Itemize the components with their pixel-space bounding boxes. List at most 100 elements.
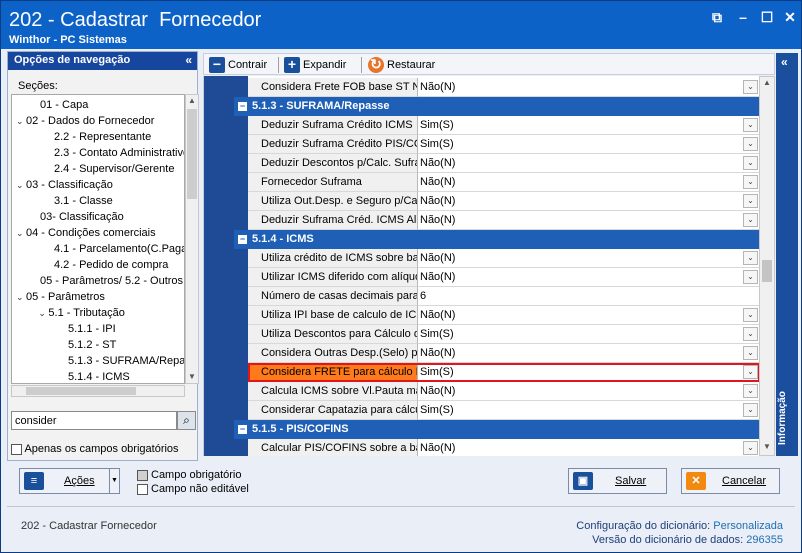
scroll-up-icon[interactable]: ▲ — [186, 95, 198, 107]
hscroll-thumb[interactable] — [26, 387, 136, 395]
sections-tree[interactable]: 01 - Capa ⌄ 02 - Dados do Fornecedor 2.2 - … — [11, 94, 185, 384]
dropdown-arrow-icon[interactable]: ▼ — [109, 469, 119, 493]
save-button[interactable]: ▣ Salvar — [568, 468, 667, 494]
tree-item[interactable]: 5.1.4 - ICMS — [58, 369, 130, 383]
grid-row[interactable]: Deduzir Suframa Créd. ICMS Aliq Não(N) ⌄ — [248, 211, 759, 230]
grid-row[interactable]: Calcula ICMS sobre Vl.Pauta ma Não(N) ⌄ — [248, 382, 759, 401]
property-value[interactable]: Não(N) ⌄ — [418, 78, 759, 97]
chevron-down-icon[interactable]: ⌄ — [38, 305, 48, 321]
dropdown-arrow-icon[interactable]: ⌄ — [743, 346, 758, 360]
tree-item[interactable]: 3.1 - Classe — [44, 193, 113, 209]
tree-item[interactable]: 5.1.2 - ST — [58, 337, 116, 353]
tree-item[interactable]: ⌄ 03 - Classificação — [16, 177, 113, 193]
dropdown-arrow-icon[interactable]: ⌄ — [743, 441, 758, 455]
grid-row[interactable]: Considera Outras Desp.(Selo) p Não(N) ⌄ — [248, 344, 759, 363]
grid-row[interactable]: Utiliza crédito de ICMS sobre base Não(N)… — [248, 249, 759, 268]
property-value[interactable]: Não(N) ⌄ — [418, 268, 759, 287]
grid-category[interactable]: −5.1.4 - ICMS — [234, 230, 759, 249]
grid-row[interactable]: Utiliza Out.Desp. e Seguro p/Calc Não(N) ⌄ — [248, 192, 759, 211]
property-value[interactable]: Sim(S) ⌄ — [418, 135, 759, 154]
restore-button[interactable]: ↻ Restaurar — [368, 56, 435, 74]
tree-horizontal-scrollbar[interactable] — [11, 385, 185, 397]
property-value[interactable]: Não(N) ⌄ — [418, 249, 759, 268]
grid-row[interactable]: Número de casas decimais para 6 — [248, 287, 759, 306]
chevron-down-icon[interactable]: ⌄ — [16, 113, 26, 129]
collapse-chevron-icon[interactable]: « — [185, 53, 192, 67]
tree-item[interactable]: 5.1.1 - IPI — [58, 321, 116, 337]
minimize-icon[interactable]: – — [735, 9, 751, 25]
dropdown-arrow-icon[interactable]: ⌄ — [743, 80, 758, 94]
property-value[interactable]: Sim(S) ⌄ — [418, 401, 759, 420]
info-panel[interactable]: « Informação — [776, 53, 798, 456]
property-value[interactable]: Não(N) ⌄ — [418, 344, 759, 363]
grid-row[interactable]: Deduzir Suframa Crédito ICMS Sim(S) ⌄ — [248, 116, 759, 135]
tree-item[interactable]: ⌄ 05 - Parâmetros — [16, 289, 105, 305]
collapse-box-icon[interactable]: − — [238, 424, 247, 434]
grid-row[interactable]: Considera Frete FOB base ST NF Não(N) ⌄ — [248, 78, 759, 97]
property-value[interactable]: Não(N) ⌄ — [418, 211, 759, 230]
close-icon[interactable]: ✕ — [782, 9, 798, 25]
tree-item[interactable]: 01 - Capa — [30, 97, 88, 113]
property-value[interactable]: Sim(S) ⌄ — [418, 116, 759, 135]
property-value[interactable]: 6 — [418, 287, 759, 306]
maximize-icon[interactable]: ☐ — [759, 9, 775, 25]
grid-row[interactable]: Utiliza IPI base de calculo de ICMS Não(N… — [248, 306, 759, 325]
checkbox-box[interactable] — [11, 443, 22, 455]
chevron-down-icon[interactable]: ⌄ — [16, 177, 26, 193]
dropdown-arrow-icon[interactable]: ⌄ — [743, 156, 758, 170]
property-value[interactable]: Não(N) ⌄ — [418, 382, 759, 401]
grid-row[interactable]: Calcular PIS/COFINS sobre a base Não(N) ⌄ — [248, 439, 759, 456]
dropdown-arrow-icon[interactable]: ⌄ — [743, 270, 758, 284]
tree-item[interactable]: 05 - Parâmetros/ 5.2 - Outros — [30, 273, 183, 289]
scroll-down-icon[interactable]: ▼ — [186, 371, 198, 383]
tree-item[interactable]: 4.2 - Pedido de compra — [44, 257, 168, 273]
tree-item[interactable]: ⌄ 02 - Dados do Fornecedor — [16, 113, 154, 129]
tree-vertical-scrollbar[interactable]: ▲ ▼ — [185, 94, 199, 384]
tree-item[interactable]: 2.4 - Supervisor/Gerente — [44, 161, 174, 177]
grid-row[interactable]: Considerar Capatazia para cálculo Sim(S) ⌄ — [248, 401, 759, 420]
dropdown-arrow-icon[interactable]: ⌄ — [743, 365, 758, 379]
scroll-thumb[interactable] — [187, 109, 197, 199]
dropdown-arrow-icon[interactable]: ⌄ — [743, 308, 758, 322]
grid-row-highlighted[interactable]: Considera FRETE para cálculo ICMSSim(S) ⌄ — [248, 363, 759, 382]
expand-chevron-icon[interactable]: « — [781, 55, 788, 69]
tree-item[interactable]: 2.2 - Representante — [44, 129, 151, 145]
tree-item[interactable]: 2.3 - Contato Administrativo — [44, 145, 184, 161]
search-input[interactable] — [11, 411, 177, 430]
actions-button[interactable]: ≡ Ações ▼ — [19, 468, 120, 494]
tree-item[interactable]: ⌄ 5.1 - Tributação — [38, 305, 124, 321]
scroll-thumb[interactable] — [762, 260, 772, 282]
scroll-up-icon[interactable]: ▲ — [760, 78, 774, 90]
cancel-button[interactable]: ✕ Cancelar — [681, 468, 780, 494]
property-value[interactable]: Não(N) ⌄ — [418, 439, 759, 456]
dropdown-arrow-icon[interactable]: ⌄ — [743, 194, 758, 208]
grid-row[interactable]: Utilizar ICMS diferido com alíquota Não(N… — [248, 268, 759, 287]
property-grid[interactable]: Considera Frete FOB base ST NF Não(N) ⌄ −5.… — [203, 76, 759, 456]
grid-row[interactable]: Utiliza Descontos para Cálculo de Sim(S) ⌄ — [248, 325, 759, 344]
expand-button[interactable]: + Expandir — [284, 56, 346, 74]
property-value[interactable]: Não(N) ⌄ — [418, 173, 759, 192]
property-value[interactable]: Sim(S) ⌄ — [418, 325, 759, 344]
grid-row[interactable]: Deduzir Suframa Crédito PIS/COFINSSim(S)… — [248, 135, 759, 154]
property-value[interactable]: Sim(S) ⌄ — [418, 363, 759, 382]
dropdown-arrow-icon[interactable]: ⌄ — [743, 384, 758, 398]
dropdown-arrow-icon[interactable]: ⌄ — [743, 118, 758, 132]
dropdown-arrow-icon[interactable]: ⌄ — [743, 175, 758, 189]
tree-item[interactable]: 4.1 - Parcelamento(C.Pagamento) — [44, 241, 184, 257]
dropdown-arrow-icon[interactable]: ⌄ — [743, 403, 758, 417]
restore-icon[interactable]: ⧉ — [709, 9, 725, 25]
dropdown-arrow-icon[interactable]: ⌄ — [743, 327, 758, 341]
dropdown-arrow-icon[interactable]: ⌄ — [743, 213, 758, 227]
grid-category[interactable]: −5.1.3 - SUFRAMA/Repasse — [234, 97, 759, 116]
dropdown-arrow-icon[interactable]: ⌄ — [743, 137, 758, 151]
collapse-button[interactable]: − Contrair — [209, 56, 267, 74]
property-value[interactable]: Não(N) ⌄ — [418, 154, 759, 173]
collapse-box-icon[interactable]: − — [238, 234, 247, 244]
dropdown-arrow-icon[interactable]: ⌄ — [743, 251, 758, 265]
scroll-down-icon[interactable]: ▼ — [760, 442, 774, 454]
grid-category[interactable]: −5.1.5 - PIS/COFINS — [234, 420, 759, 439]
tree-item[interactable]: 03- Classificação — [30, 209, 124, 225]
search-icon[interactable]: ⌕ — [177, 411, 196, 430]
collapse-box-icon[interactable]: − — [238, 101, 247, 111]
grid-row[interactable]: Deduzir Descontos p/Calc. SuframaNão(N) ⌄ — [248, 154, 759, 173]
